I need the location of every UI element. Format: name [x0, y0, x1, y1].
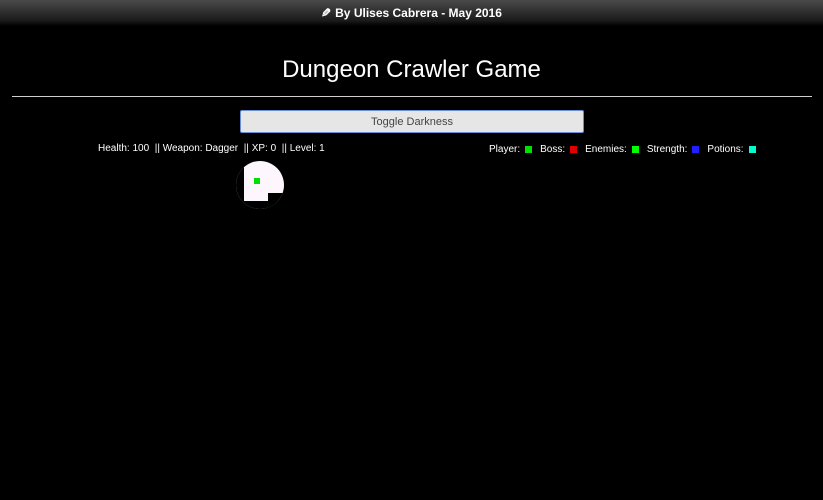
- legend-swatch-player: [525, 145, 533, 153]
- xp-label: XP:: [251, 143, 268, 154]
- legend-item-enemies: Enemies:: [585, 144, 639, 155]
- map-wall: [236, 161, 244, 201]
- credit-text: By Ulises Cabrera - May 2016: [335, 6, 502, 20]
- stats-separator: ||: [243, 143, 249, 154]
- divider: [12, 96, 812, 97]
- top-credit-bar: ✎ By Ulises Cabrera - May 2016: [0, 0, 823, 26]
- legend-swatch-strength: [692, 145, 700, 153]
- player-marker: [254, 178, 260, 184]
- level-label: Level:: [289, 143, 317, 154]
- xp-value: 0: [270, 143, 277, 154]
- legend-swatch-potions: [748, 145, 756, 153]
- map-wall: [268, 193, 284, 209]
- page-title: Dungeon Crawler Game: [282, 56, 541, 83]
- legend-item-strength: Strength:: [647, 144, 700, 155]
- dungeon-map-viewport: [236, 161, 284, 209]
- legend-swatch-enemies: [631, 145, 639, 153]
- stats-separator: ||: [154, 143, 160, 154]
- weapon-label: Weapon:: [162, 143, 203, 154]
- legend-label: Strength:: [646, 143, 688, 155]
- pencil-icon: ✎: [321, 6, 332, 20]
- stats-separator: ||: [281, 143, 287, 154]
- legend-swatch-boss: [570, 145, 578, 153]
- legend-label: Player:: [489, 143, 521, 155]
- legend-label: Potions:: [707, 143, 744, 155]
- map-legend: Player: Boss: Enemies: Strength: Potions…: [489, 143, 756, 155]
- level-value: 1: [319, 143, 325, 154]
- legend-item-player: Player:: [489, 143, 533, 155]
- toggle-darkness-button[interactable]: Toggle Darkness: [240, 110, 584, 133]
- legend-item-boss: Boss:: [540, 143, 578, 155]
- legend-item-potions: Potions:: [707, 143, 756, 155]
- player-stats: Health: 100 || Weapon: Dagger || XP: 0 |…: [98, 143, 325, 155]
- legend-label: Boss:: [540, 143, 566, 155]
- health-label: Health:: [98, 143, 130, 154]
- legend-label: Enemies:: [585, 143, 627, 155]
- health-value: 100: [132, 143, 150, 154]
- weapon-value: Dagger: [205, 143, 239, 154]
